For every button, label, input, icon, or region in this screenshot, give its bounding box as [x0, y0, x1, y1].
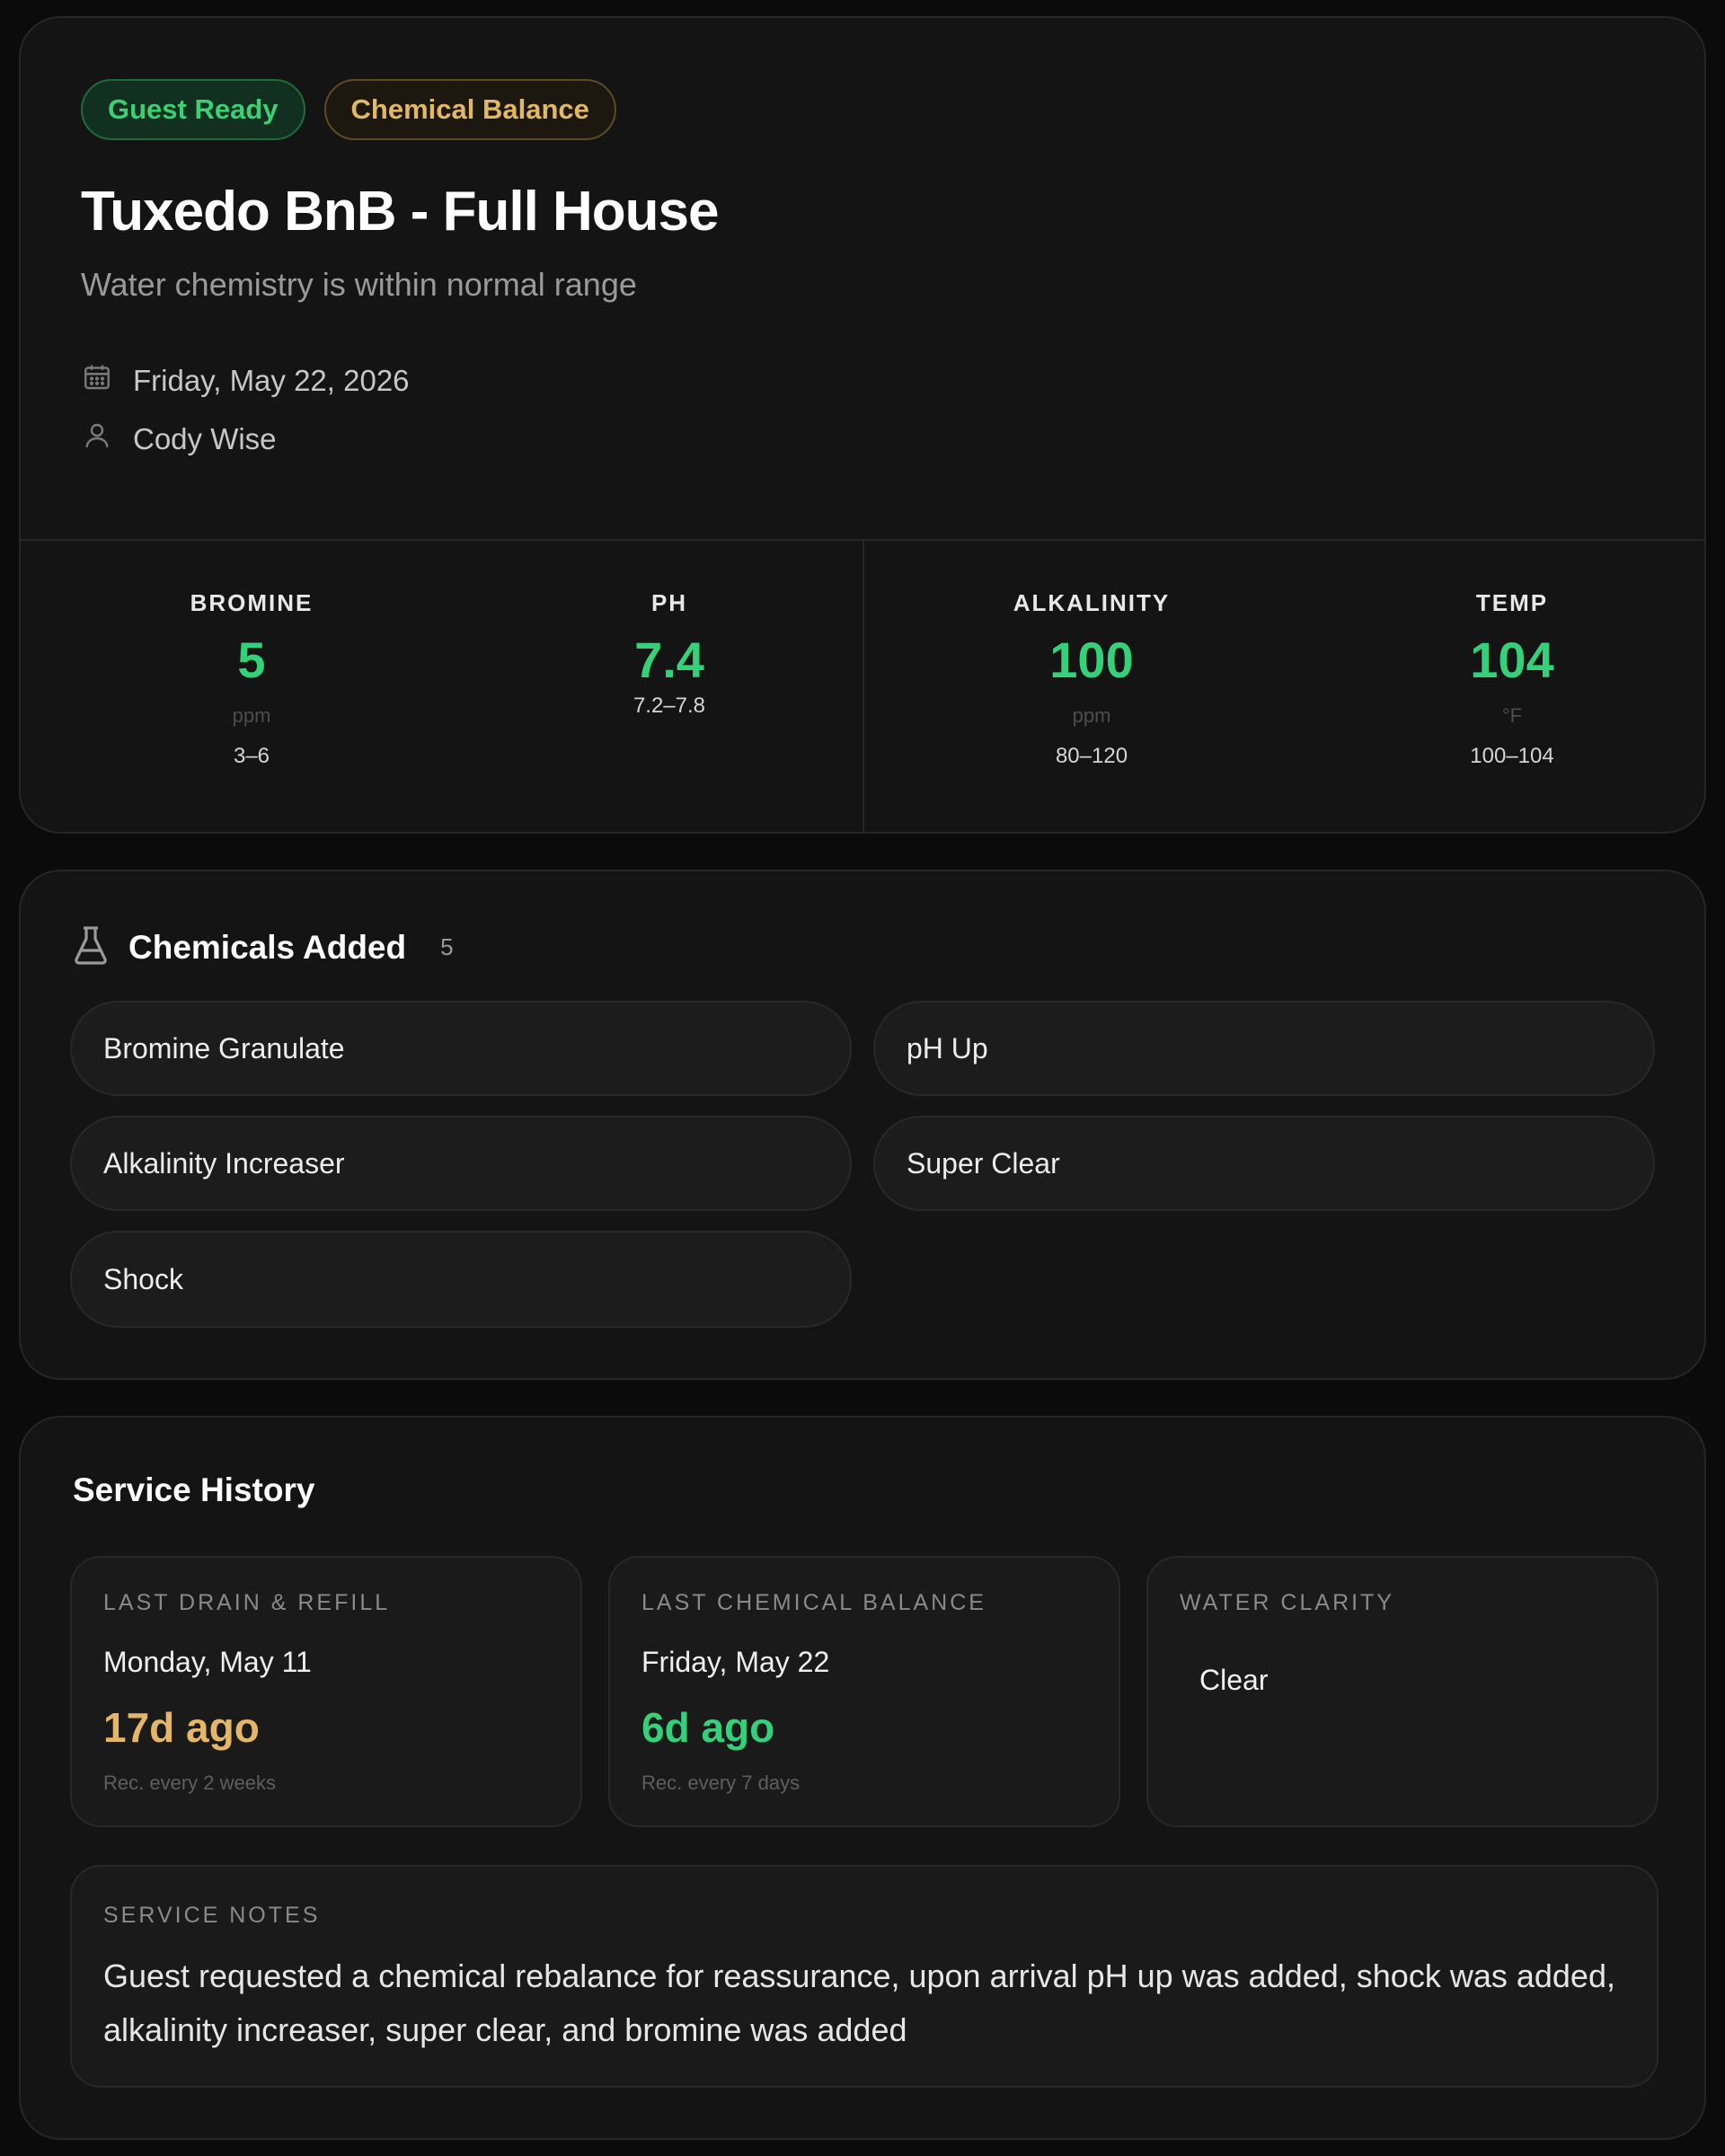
chemical-chip: Bromine Granulate: [70, 1001, 852, 1096]
stat-recommendation: Rec. every 7 days: [641, 1772, 801, 1794]
metric-range: 3–6: [233, 744, 270, 768]
metric-temp: TEMP 104 °F 100–104: [1377, 589, 1647, 769]
metric-ph: PH 7.4 7.2–7.8: [535, 589, 804, 719]
chemical-chip: Super Clear: [873, 1116, 1655, 1211]
stat-elapsed: 17d ago: [103, 1704, 260, 1751]
status-badge: Guest Ready: [81, 79, 305, 140]
page-subtitle: Water chemistry is within normal range: [81, 266, 637, 303]
notes-text: Guest requested a chemical rebalance for…: [103, 1957, 1615, 2048]
service-notes-card: SERVICE NOTES Guest requested a chemical…: [70, 1865, 1659, 2088]
metric-value: 5: [237, 632, 266, 688]
last-drain-card: LAST DRAIN & REFILL Monday, May 11 17d a…: [70, 1556, 582, 1827]
service-history-title: Service History: [73, 1471, 315, 1508]
flask-icon: [73, 925, 109, 969]
notes-label: SERVICE NOTES: [103, 1903, 321, 1928]
metric-range: 100–104: [1470, 744, 1554, 768]
badge-row: Guest Ready Chemical Balance: [81, 79, 616, 140]
metric-unit: ppm: [1072, 704, 1111, 727]
user-icon: [81, 420, 113, 459]
metric-label: BROMINE: [190, 589, 314, 616]
chemical-chip: Alkalinity Increaser: [70, 1116, 852, 1211]
page-title: Tuxedo BnB - Full House: [81, 181, 719, 243]
chemical-chip: pH Up: [873, 1001, 1655, 1096]
chemical-chip: Shock: [70, 1231, 852, 1328]
chemicals-title: Chemicals Added: [128, 928, 407, 966]
service-date: Friday, May 22, 2026: [133, 364, 410, 397]
metric-range: 80–120: [1055, 744, 1128, 768]
calendar-icon: [81, 361, 113, 401]
metric-value: 7.4: [634, 632, 704, 688]
stat-date: Friday, May 22: [641, 1646, 830, 1678]
metric-bromine: BROMINE 5 ppm 3–6: [117, 589, 386, 769]
metric-label: PH: [650, 589, 688, 616]
chemicals-header: Chemicals Added 5: [73, 925, 454, 969]
metric-label: ALKALINITY: [1013, 589, 1171, 616]
technician-row: Cody Wise: [81, 420, 277, 459]
metric-range: 7.2–7.8: [632, 694, 706, 718]
metrics-split-divider: [862, 541, 864, 832]
technician-name: Cody Wise: [133, 422, 277, 455]
metric-value: 100: [1049, 632, 1134, 688]
chemicals-list: Bromine Granulate pH Up Alkalinity Incre…: [70, 1001, 1655, 1328]
metric-unit: °F: [1501, 704, 1523, 727]
chemicals-count: 5: [440, 933, 454, 960]
water-clarity-card: WATER CLARITY Clear: [1146, 1556, 1659, 1827]
metric-value: 104: [1470, 632, 1554, 688]
service-history-card: Service History LAST DRAIN & REFILL Mond…: [19, 1416, 1706, 2140]
stat-recommendation: Rec. every 2 weeks: [103, 1772, 276, 1794]
metric-unit: ppm: [232, 704, 271, 727]
chemicals-added-card: Chemicals Added 5 Bromine Granulate pH U…: [19, 870, 1706, 1380]
metric-alkalinity: ALKALINITY 100 ppm 80–120: [957, 589, 1226, 769]
clarity-value: Clear: [1199, 1664, 1269, 1696]
service-date-row: Friday, May 22, 2026: [81, 361, 410, 401]
stat-date: Monday, May 11: [103, 1646, 312, 1678]
last-balance-card: LAST CHEMICAL BALANCE Friday, May 22 6d …: [608, 1556, 1120, 1827]
stat-label: LAST DRAIN & REFILL: [103, 1590, 391, 1615]
service-summary-card: Guest Ready Chemical Balance Tuxedo BnB …: [19, 16, 1706, 834]
stat-label: WATER CLARITY: [1180, 1590, 1395, 1615]
service-type-badge: Chemical Balance: [323, 79, 616, 140]
stat-label: LAST CHEMICAL BALANCE: [641, 1590, 986, 1615]
stat-elapsed: 6d ago: [641, 1704, 775, 1751]
metric-label: TEMP: [1475, 589, 1549, 616]
